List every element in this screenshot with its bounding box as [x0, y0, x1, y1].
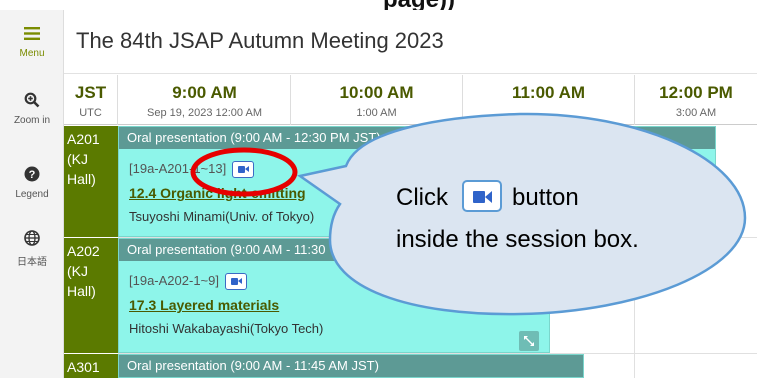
sidebar-item-label: Zoom in [13, 115, 51, 126]
session-topic-link[interactable]: 17.3 Layered materials [129, 297, 279, 313]
session-code: [19a-A202-1~9] [129, 273, 219, 288]
video-camera-icon [230, 278, 238, 286]
video-button[interactable] [231, 161, 254, 179]
expand-button[interactable] [519, 331, 539, 351]
sidebar-item-zoom-in[interactable]: Zoom in [0, 92, 64, 126]
session-topic-link[interactable]: 12.4 Organic light-emitting [129, 185, 306, 201]
room-line: Hall) [67, 171, 96, 187]
room-label-a202: A202 (KJ Hall) [64, 238, 118, 353]
hamburger-menu-icon [0, 26, 64, 46]
sidebar-item-legend[interactable]: ? Legend [0, 166, 64, 200]
time-column-10am: 10:00 AM 1:00 AM [291, 75, 463, 125]
time-sublabel: Sep 19, 2023 12:00 AM [147, 107, 262, 119]
time-sublabel: 1:00 AM [356, 107, 397, 119]
page-title: The 84th JSAP Autumn Meeting 2023 [76, 28, 444, 53]
session-chair: Hitoshi Wakabayashi(Tokyo Tech) [129, 321, 324, 336]
sidebar-item-menu[interactable]: Menu [0, 26, 64, 59]
time-header: JST UTC 9:00 AM Sep 19, 2023 12:00 AM 10… [64, 75, 757, 125]
time-column-9am: 9:00 AM Sep 19, 2023 12:00 AM [119, 75, 291, 125]
session-code-line: [19a-A201-1~13] [129, 161, 254, 179]
globe-icon [0, 230, 64, 251]
room-line: A301 [67, 359, 100, 375]
sidebar-item-label: Menu [19, 48, 45, 59]
session-chair: Tsuyoshi Minami(Univ. of Tokyo) [129, 209, 315, 224]
timezone-label: JST UTC [64, 75, 118, 125]
sidebar: Menu Zoom in ? Legend 日本語 [0, 10, 64, 378]
timezone-sub: UTC [79, 107, 102, 119]
sidebar-item-language[interactable]: 日本語 [0, 230, 64, 268]
session-header: Oral presentation (9:00 AM - 12:30 PM JS… [119, 127, 715, 149]
session-box-a301[interactable]: Oral presentation (9:00 AM - 11:45 AM JS… [118, 354, 584, 378]
svg-text:?: ? [29, 169, 36, 181]
expand-icon [524, 336, 534, 346]
page-header: The 84th JSAP Autumn Meeting 2023 [64, 10, 757, 74]
room-line: Hall) [67, 283, 96, 299]
room-label-a201: A201 (KJ Hall) [64, 126, 118, 237]
top-strip: page)) [0, 0, 757, 10]
zoom-in-icon [0, 92, 64, 113]
sidebar-item-label: Legend [15, 189, 49, 200]
video-camera-icon [473, 191, 485, 203]
video-camera-icon [237, 166, 245, 174]
help-circle-icon: ? [0, 166, 64, 187]
time-label: 12:00 PM [659, 83, 733, 102]
session-box-a201[interactable]: Oral presentation (9:00 AM - 12:30 PM JS… [118, 126, 716, 237]
session-box-a202[interactable]: Oral presentation (9:00 AM - 11:30 [19a-… [118, 238, 550, 353]
video-button[interactable] [224, 273, 247, 291]
room-label-a301: A301 [64, 354, 118, 378]
timezone-main: JST [74, 83, 107, 102]
callout-video-button [462, 180, 502, 212]
time-column-11am: 11:00 AM [463, 75, 635, 125]
time-label: 11:00 AM [511, 83, 586, 102]
time-column-12pm: 12:00 PM 3:00 AM [635, 75, 757, 125]
session-code-line: [19a-A202-1~9] [129, 273, 247, 291]
callout-text-button: button [512, 184, 579, 211]
time-sublabel: 3:00 AM [675, 107, 717, 119]
room-line: (KJ [67, 263, 88, 279]
callout-text-click: Click [396, 184, 448, 211]
room-line: A201 [67, 131, 100, 147]
time-label: 9:00 AM [172, 83, 237, 102]
session-header: Oral presentation (9:00 AM - 11:45 AM JS… [119, 355, 583, 377]
sidebar-item-label: 日本語 [17, 257, 47, 268]
room-line: A202 [67, 243, 100, 259]
callout-text-line2: inside the session box. [396, 226, 639, 253]
time-label: 10:00 AM [339, 83, 414, 102]
top-strip-text: page)) [383, 0, 455, 10]
session-code: [19a-A201-1~13] [129, 161, 227, 176]
room-line: (KJ [67, 151, 88, 167]
